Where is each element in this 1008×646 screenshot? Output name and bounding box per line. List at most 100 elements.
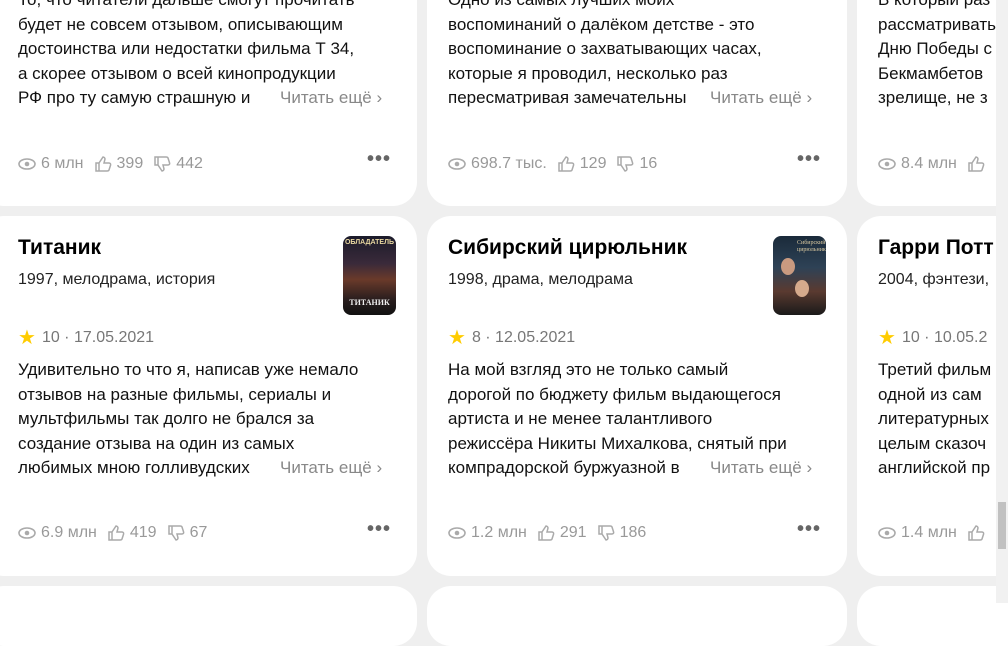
- review-line: достоинства или недостатки фильма Т 34,: [18, 39, 355, 59]
- poster-title: ТИТАНИК: [349, 298, 390, 307]
- review-line: которые я проводил, несколько раз: [448, 63, 728, 83]
- views-count: 698.7 тыс.: [471, 155, 547, 172]
- likes-count: 399: [116, 155, 144, 172]
- likes-count: 419: [129, 524, 157, 541]
- star-icon: ★: [18, 327, 36, 349]
- review-rating: ★ 10 · 17.05.2021: [18, 327, 155, 349]
- read-more-link[interactable]: Читать ещё ›: [710, 456, 812, 481]
- review-line: литературных: [878, 409, 989, 429]
- thumbs-up-icon: [968, 525, 985, 541]
- dislike-button[interactable]: 186: [597, 524, 647, 542]
- movie-title[interactable]: Гарри Потт: [878, 236, 994, 260]
- review-card[interactable]: В который раз рассматривать Дню Победы с…: [857, 0, 1008, 206]
- dislike-button[interactable]: 16: [616, 155, 657, 173]
- review-stats: 1.2 млн 291 186: [448, 524, 656, 542]
- read-more-link[interactable]: Читать ещё ›: [710, 86, 812, 111]
- scrollbar[interactable]: [996, 0, 1008, 603]
- review-line: дорогой по бюджету фильм выдающегося: [448, 384, 781, 404]
- review-line: режиссёра Никиты Михалкова, снятый при: [448, 433, 787, 453]
- review-card[interactable]: Одно из самых лучших моих воспоминаний о…: [427, 0, 847, 206]
- star-icon: ★: [448, 327, 466, 349]
- likes-count: 129: [579, 155, 607, 172]
- thumbs-down-icon: [597, 525, 614, 541]
- more-menu-button[interactable]: •••: [367, 518, 391, 541]
- thumbs-up-icon: [968, 156, 985, 172]
- eye-icon: [878, 527, 896, 539]
- rating-date: 8 · 12.05.2021: [471, 329, 576, 346]
- review-text: Третий фильм одной из сам литературных ц…: [878, 358, 1008, 481]
- poster-label: ОБЛАДАТЕЛЬ: [344, 239, 395, 246]
- movie-meta: 1998, драма, мелодрама: [448, 271, 633, 288]
- review-text: В который раз рассматривать Дню Победы с…: [878, 0, 1008, 111]
- eye-icon: [18, 527, 36, 539]
- dislikes-count: 186: [619, 524, 647, 541]
- review-card[interactable]: [0, 586, 417, 646]
- review-text: То, что читатели дальше смогут прочитать…: [18, 0, 398, 111]
- views-count: 8.4 млн: [901, 155, 957, 172]
- movie-meta: 1997, мелодрама, история: [18, 271, 216, 288]
- like-button[interactable]: 419: [107, 524, 157, 542]
- like-button[interactable]: [967, 524, 985, 542]
- read-more-link[interactable]: Читать ещё ›: [280, 456, 382, 481]
- review-line: Дню Победы с: [878, 39, 993, 59]
- review-line: В который раз: [878, 0, 1008, 13]
- review-stats: 1.4 млн: [878, 524, 995, 542]
- movie-title[interactable]: Сибирский цирюльник: [448, 236, 687, 260]
- review-card[interactable]: Гарри Потт 2004, фэнтези, ★ 10 · 10.05.2 …: [857, 216, 1008, 576]
- review-line: компрадорской буржуазной в: [448, 458, 680, 478]
- review-card[interactable]: [857, 586, 1008, 646]
- thumbs-down-icon: [167, 525, 184, 541]
- review-text: Удивительно то что я, написав уже немало…: [18, 358, 398, 481]
- more-menu-button[interactable]: •••: [797, 518, 821, 541]
- review-line: целым сказоч: [878, 433, 987, 453]
- review-line: воспоминание о захватывающих часах,: [448, 39, 762, 59]
- review-stats: 6.9 млн 419 67: [18, 524, 217, 542]
- review-line: воспоминаний о далёком детстве - это: [448, 14, 755, 34]
- thumbs-down-icon: [617, 156, 634, 172]
- review-line: Удивительно то что я, написав уже немало: [18, 360, 359, 379]
- review-text: Одно из самых лучших моих воспоминаний о…: [448, 0, 828, 111]
- review-line: артиста и не менее талантливого: [448, 409, 713, 429]
- dislike-button[interactable]: 67: [167, 524, 208, 542]
- review-line: зрелище, не з: [878, 88, 988, 108]
- movie-title[interactable]: Титаник: [18, 236, 101, 260]
- poster-face-1: [781, 258, 795, 275]
- like-button[interactable]: 129: [557, 155, 607, 173]
- dislikes-count: 67: [189, 524, 208, 541]
- poster-face-2: [795, 280, 809, 297]
- read-more-link[interactable]: Читать ещё ›: [280, 86, 382, 111]
- review-line: будет не совсем отзывом, описывающим: [18, 14, 343, 34]
- like-button[interactable]: 399: [94, 155, 144, 173]
- more-menu-button[interactable]: •••: [797, 148, 821, 171]
- eye-icon: [878, 158, 896, 170]
- like-button[interactable]: 291: [537, 524, 587, 542]
- review-card[interactable]: [427, 586, 847, 646]
- review-stats: 6 млн 399 442: [18, 155, 213, 173]
- like-button[interactable]: [967, 155, 985, 173]
- rating-date: 10 · 10.05.2: [901, 329, 988, 346]
- movie-poster[interactable]: ОБЛАДАТЕЛЬ ТИТАНИК: [343, 236, 396, 315]
- review-rating: ★ 8 · 12.05.2021: [448, 327, 576, 349]
- eye-icon: [18, 158, 36, 170]
- review-line: создание отзыва на один из самых: [18, 433, 295, 453]
- review-line: Одно из самых лучших моих: [448, 0, 828, 13]
- thumbs-up-icon: [94, 156, 111, 172]
- review-line: отзывов на разные фильмы, сериалы и: [18, 384, 332, 404]
- poster-label: Сибирский цирюльник: [797, 240, 826, 253]
- thumbs-up-icon: [538, 525, 555, 541]
- review-card[interactable]: Титаник 1997, мелодрама, история ОБЛАДАТ…: [0, 216, 417, 576]
- review-line: любимых мною голливудских: [18, 458, 250, 478]
- views-count: 6 млн: [41, 155, 84, 172]
- movie-poster[interactable]: Сибирский цирюльник: [773, 236, 826, 315]
- review-line: На мой взгляд это не только самый: [448, 360, 729, 379]
- more-menu-button[interactable]: •••: [367, 148, 391, 171]
- review-line: мультфильмы так долго не брался за: [18, 409, 315, 429]
- eye-icon: [448, 527, 466, 539]
- review-line: Третий фильм: [878, 360, 992, 379]
- review-card[interactable]: Сибирский цирюльник 1998, драма, мелодра…: [427, 216, 847, 576]
- rating-date: 10 · 17.05.2021: [41, 329, 155, 346]
- dislike-button[interactable]: 442: [153, 155, 203, 173]
- review-line: РФ про ту самую страшную и: [18, 88, 251, 108]
- scrollbar-thumb[interactable]: [998, 502, 1006, 549]
- review-card[interactable]: То, что читатели дальше смогут прочитать…: [0, 0, 417, 206]
